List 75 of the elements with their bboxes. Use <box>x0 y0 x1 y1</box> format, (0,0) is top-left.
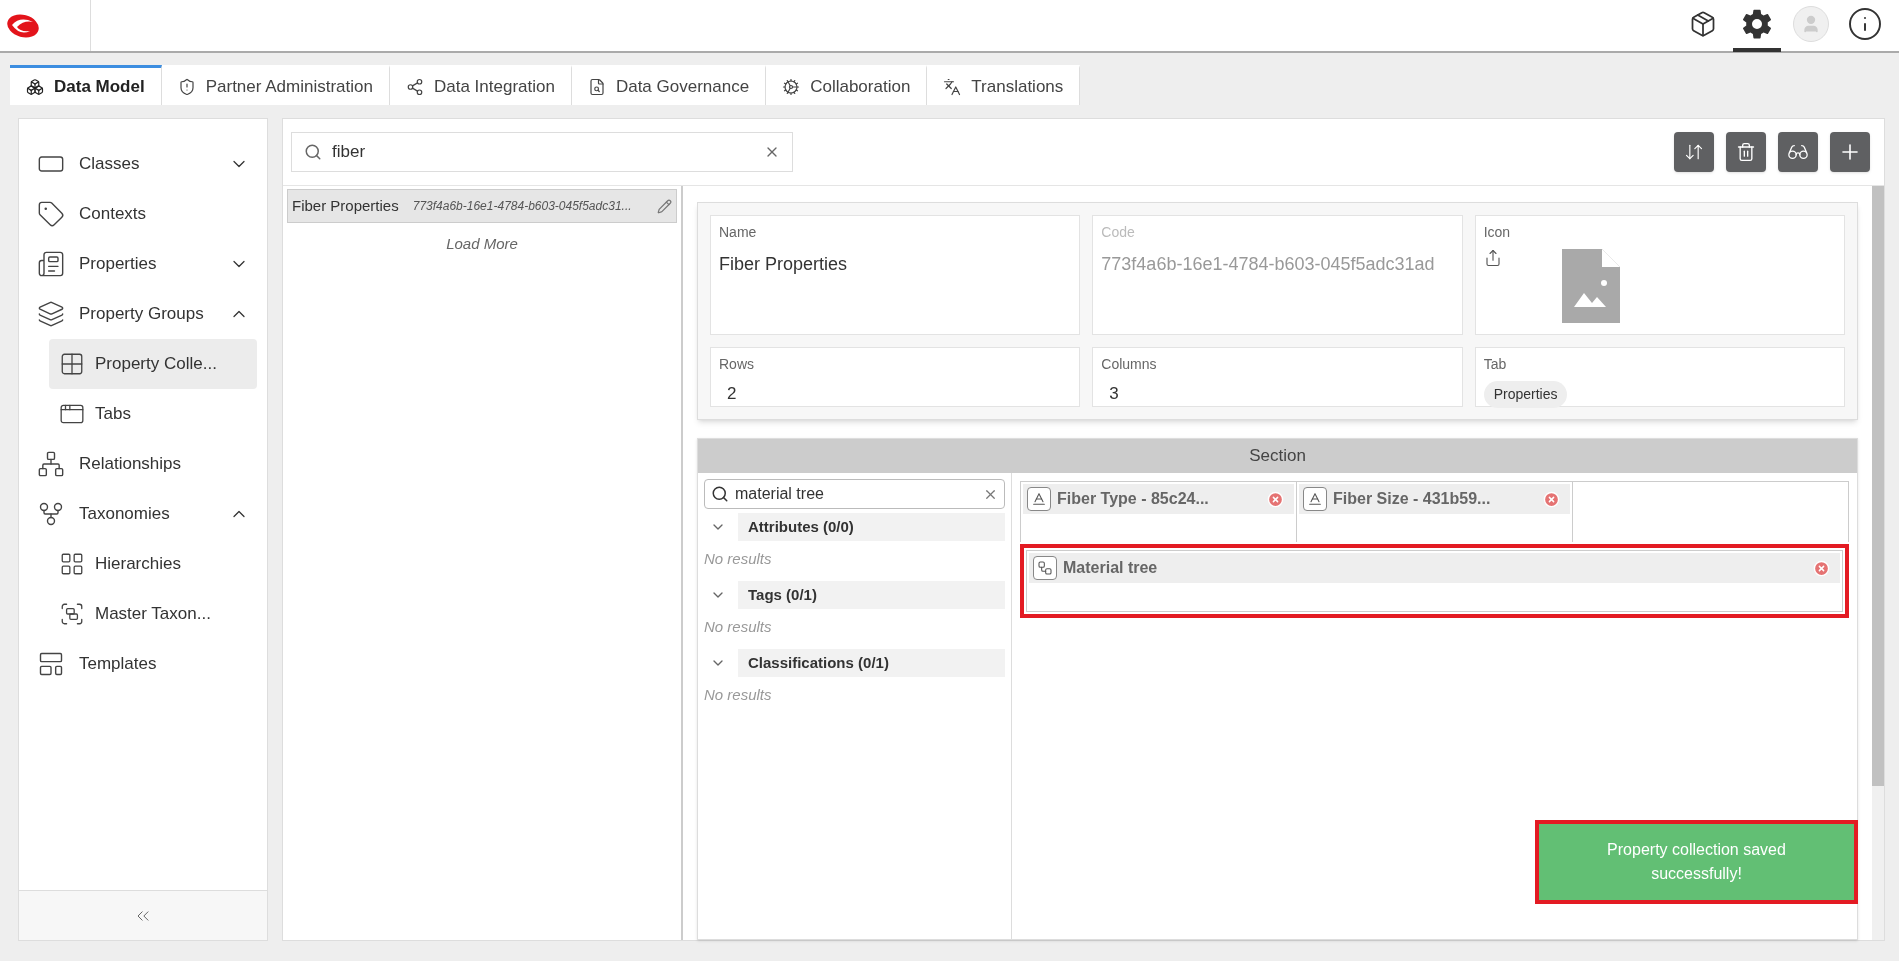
sidebar-item[interactable]: Property Groups <box>19 289 267 339</box>
nodes-icon <box>405 77 424 96</box>
cubes-icon <box>26 77 44 96</box>
avatar-icon <box>1793 5 1829 42</box>
module-tab[interactable]: Data Governance <box>571 65 767 105</box>
property-chip[interactable]: Fiber Type - 85c24... <box>1023 484 1294 514</box>
load-more-link[interactable]: Load More <box>446 233 518 256</box>
logo-icon <box>6 12 40 39</box>
swap-button[interactable] <box>1674 132 1714 172</box>
field-label: Rows <box>719 355 755 374</box>
sidebar-item[interactable]: Relationships <box>19 439 267 489</box>
tab-chip: Properties <box>1483 381 1568 408</box>
sidebar-item[interactable]: Properties <box>19 239 267 289</box>
field-label: Icon <box>1483 223 1512 242</box>
settings-icon <box>1741 7 1773 40</box>
sidebar-item[interactable]: Taxonomies <box>19 489 267 539</box>
remove-icon[interactable] <box>1543 490 1560 508</box>
text-attribute-icon <box>1027 487 1051 511</box>
add-button[interactable] <box>1830 132 1870 172</box>
module-tab[interactable]: Partner Administration <box>161 65 390 105</box>
sidebar-item[interactable]: Classes <box>19 139 267 189</box>
module-tab[interactable]: Data Integration <box>389 65 572 105</box>
field-value: 3 <box>1109 383 1120 405</box>
filter-field[interactable]: material tree <box>704 479 1005 509</box>
property-chip[interactable]: Fiber Size - 431b59... <box>1299 484 1570 514</box>
delete-button[interactable] <box>1726 132 1766 172</box>
search-icon <box>711 485 729 503</box>
module-tab[interactable]: Translations <box>927 65 1081 105</box>
field-label: Columns <box>1101 355 1158 374</box>
text-attribute-icon <box>1303 487 1327 511</box>
sidebar-subitem[interactable]: Hierarchies <box>49 539 257 589</box>
remove-icon[interactable] <box>1813 559 1830 577</box>
shield-icon <box>177 77 196 96</box>
swap-arrows-icon <box>1684 142 1704 162</box>
module-tab[interactable]: Data Model <box>10 65 162 105</box>
document-search-icon <box>587 77 606 96</box>
module-tab[interactable]: Collaboration <box>766 65 928 105</box>
property-chip[interactable]: Material tree <box>1029 553 1840 583</box>
field-label: Name <box>719 223 758 242</box>
group-icon <box>59 601 85 627</box>
field-value: 773f4a6b-16e1-4784-b603-045f5adc31ad <box>1101 253 1436 276</box>
info-icon <box>1847 5 1883 42</box>
empty-text: No results <box>704 616 773 637</box>
section-header: Section <box>698 439 1857 473</box>
sidebar-item[interactable]: Contexts <box>19 189 267 239</box>
result-row[interactable]: Fiber Properties 773f4a6b-16e1-4784-b603-045f5adc31... <box>287 189 677 223</box>
list-card-icon <box>37 250 65 278</box>
trash-icon <box>1736 142 1756 162</box>
tiles-icon <box>59 551 85 577</box>
sidebar-subitem[interactable]: Tabs <box>49 389 257 439</box>
sidebar-item[interactable]: Templates <box>19 639 267 689</box>
preview-button[interactable] <box>1778 132 1818 172</box>
stack-icon <box>37 300 65 328</box>
field-label: Tab <box>1483 355 1508 374</box>
field-value: Fiber Properties <box>719 253 849 276</box>
sidebar-subitem[interactable]: Master Taxon... <box>49 589 257 639</box>
translate-icon <box>943 77 962 96</box>
remove-icon[interactable] <box>1267 490 1284 508</box>
image-file-icon <box>1561 249 1620 323</box>
empty-text: No results <box>704 684 773 705</box>
sidebar-subitem[interactable]: Property Colle... <box>49 339 257 389</box>
grid-icon <box>59 351 85 377</box>
search-icon <box>304 143 322 161</box>
field-value: 2 <box>727 383 738 405</box>
search-field[interactable]: fiber <box>291 132 793 172</box>
template-icon <box>37 650 65 678</box>
box-icon <box>1689 9 1717 38</box>
tag-icon <box>37 200 65 228</box>
empty-text: No results <box>704 548 773 569</box>
toast-message: Property collection saved successfully! <box>1535 820 1858 904</box>
network-icon <box>37 450 65 478</box>
edit-icon[interactable] <box>657 198 672 214</box>
share-icon[interactable] <box>1483 249 1502 267</box>
field-label: Code <box>1101 223 1136 242</box>
fork-icon <box>37 500 65 528</box>
